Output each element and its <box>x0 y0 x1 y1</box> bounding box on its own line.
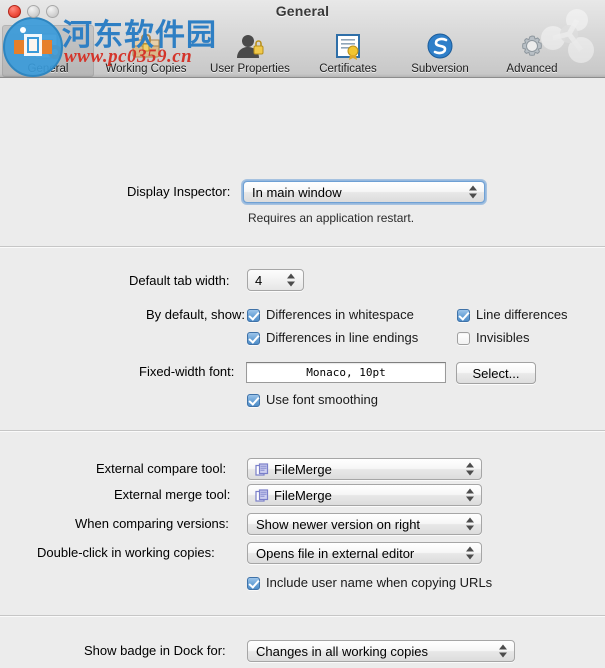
by-default-show-label: By default, show: <box>146 307 245 322</box>
double-click-working-copies-label: Double-click in working copies: <box>37 545 215 560</box>
toolbar-item-working-copies[interactable]: Working Copies <box>94 25 198 77</box>
checkbox-label: Include user name when copying URLs <box>266 575 493 590</box>
toolbar-label-subversion: Subversion <box>411 63 469 75</box>
fixed-width-font-value: Monaco, 10pt <box>306 366 386 379</box>
show-badge-in-dock-popup[interactable]: Changes in all working copies <box>247 640 515 662</box>
preferences-toolbar: General Working Copies User Properties C… <box>0 22 605 77</box>
checkbox-include-user-name[interactable]: Include user name when copying URLs <box>247 575 492 591</box>
checkbox-box[interactable] <box>457 309 470 322</box>
subversion-icon <box>422 30 458 62</box>
checkbox-label: Differences in line endings <box>266 330 419 345</box>
section-separator-1 <box>0 246 605 247</box>
toolbar-label-general: General <box>27 63 69 75</box>
show-badge-in-dock-value: Changes in all working copies <box>256 643 428 659</box>
minimize-button[interactable] <box>27 5 40 18</box>
chevron-updown-icon <box>466 517 475 532</box>
toolbar-item-advanced[interactable]: Advanced <box>486 25 578 77</box>
when-comparing-versions-value: Show newer version on right <box>256 516 421 532</box>
double-click-working-copies-popup[interactable]: Opens file in external editor <box>247 542 482 564</box>
window-titlebar: General General Working Copies User Prop… <box>0 0 605 78</box>
working-copies-icon <box>128 30 164 62</box>
external-compare-tool-popup[interactable]: FileMerge <box>247 458 482 480</box>
window-title: General <box>275 3 330 19</box>
preferences-window: General General Working Copies User Prop… <box>0 0 605 668</box>
general-icon <box>30 30 66 62</box>
default-tab-width-stepper[interactable]: 4 <box>247 269 304 291</box>
user-properties-icon <box>232 30 268 62</box>
checkbox-differences-in-line-endings[interactable]: Differences in line endings <box>247 330 418 346</box>
display-inspector-label: Display Inspector: <box>127 184 231 199</box>
zoom-button[interactable] <box>46 5 59 18</box>
chevron-updown-icon <box>466 462 475 477</box>
checkbox-invisibles[interactable]: Invisibles <box>457 330 529 346</box>
section-separator-2 <box>0 430 605 431</box>
filemerge-icon <box>254 488 270 505</box>
certificates-icon <box>330 30 366 62</box>
display-inspector-value: In main window <box>252 184 342 200</box>
toolbar-item-user-properties[interactable]: User Properties <box>198 25 302 77</box>
checkbox-box[interactable] <box>247 577 260 590</box>
checkbox-label: Use font smoothing <box>266 392 379 407</box>
chevron-updown-icon <box>499 644 508 659</box>
toolbar-item-subversion[interactable]: Subversion <box>394 25 486 77</box>
fixed-width-font-field[interactable]: Monaco, 10pt <box>246 362 446 383</box>
checkbox-line-differences[interactable]: Line differences <box>457 307 568 323</box>
show-badge-in-dock-label: Show badge in Dock for: <box>84 643 226 658</box>
checkbox-label: Differences in whitespace <box>266 307 414 322</box>
double-click-working-copies-value: Opens file in external editor <box>256 545 415 561</box>
toolbar-label-working-copies: Working Copies <box>105 63 187 75</box>
display-inspector-note: Requires an application restart. <box>248 211 415 225</box>
checkbox-box[interactable] <box>247 332 260 345</box>
external-merge-tool-label: External merge tool: <box>114 487 231 502</box>
toolbar-label-user-properties: User Properties <box>210 63 290 75</box>
when-comparing-versions-label: When comparing versions: <box>75 516 229 531</box>
checkbox-box[interactable] <box>247 394 260 407</box>
toolbar-label-advanced: Advanced <box>506 63 558 75</box>
chevron-updown-icon <box>466 488 475 503</box>
external-compare-tool-value: FileMerge <box>274 461 332 477</box>
when-comparing-versions-popup[interactable]: Show newer version on right <box>247 513 482 535</box>
checkbox-label: Line differences <box>476 307 568 322</box>
advanced-gear-icon <box>514 30 550 62</box>
chevron-updown-icon <box>469 185 478 200</box>
checkbox-differences-in-whitespace[interactable]: Differences in whitespace <box>247 307 414 323</box>
toolbar-label-certificates: Certificates <box>319 63 377 75</box>
external-merge-tool-value: FileMerge <box>274 487 332 503</box>
checkbox-box[interactable] <box>247 309 260 322</box>
checkbox-use-font-smoothing[interactable]: Use font smoothing <box>247 392 378 408</box>
default-tab-width-label: Default tab width: <box>129 273 230 288</box>
toolbar-item-certificates[interactable]: Certificates <box>302 25 394 77</box>
chevron-updown-icon <box>466 546 475 561</box>
traffic-light-group <box>8 5 59 18</box>
filemerge-icon <box>254 462 270 479</box>
select-font-button[interactable]: Select... <box>456 362 536 384</box>
external-merge-tool-popup[interactable]: FileMerge <box>247 484 482 506</box>
default-tab-width-value: 4 <box>255 272 263 288</box>
toolbar-item-general[interactable]: General <box>2 25 94 77</box>
external-compare-tool-label: External compare tool: <box>96 461 227 476</box>
section-separator-3 <box>0 615 605 616</box>
checkbox-box[interactable] <box>457 332 470 345</box>
stepper-arrows-icon[interactable] <box>287 273 296 288</box>
close-button[interactable] <box>8 5 21 18</box>
checkbox-label: Invisibles <box>476 330 530 345</box>
display-inspector-popup[interactable]: In main window <box>241 179 487 205</box>
fixed-width-font-label: Fixed-width font: <box>139 364 235 379</box>
